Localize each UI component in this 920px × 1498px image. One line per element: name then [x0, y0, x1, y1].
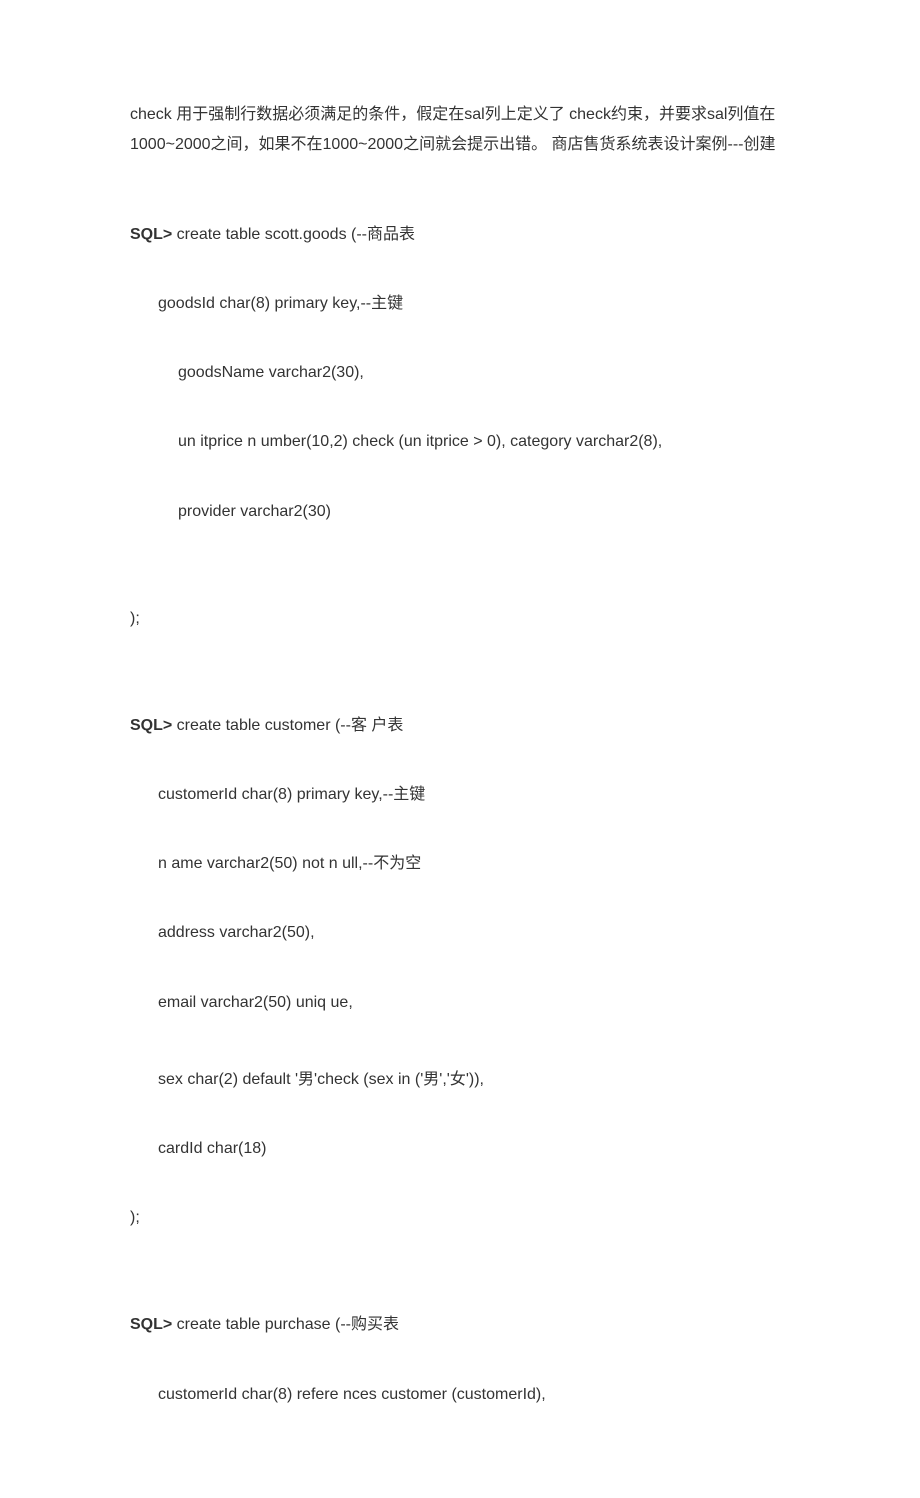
sql2-line8: );: [130, 1204, 790, 1231]
sql2-line4: address varchar2(50),: [158, 919, 790, 946]
sql1-line1: SQL> create table scott.goods (--商品表: [130, 221, 790, 248]
sql-prompt: SQL>: [130, 717, 172, 734]
sql1-line5: provider varchar2(30): [178, 498, 790, 525]
sql3-line1-rest: create table purchase (--购买表: [172, 1316, 399, 1333]
sql3-line2: customerId char(8) refere nces customer …: [158, 1381, 790, 1408]
sql2-line3: n ame varchar2(50) not n ull,--不为空: [158, 850, 790, 877]
sql1-line4: un itprice n umber(10,2) check (un itpri…: [178, 428, 790, 455]
sql1-line2: goodsId char(8) primary key,--主键: [158, 290, 790, 317]
sql2-line7: cardId char(18): [158, 1135, 790, 1162]
sql1-line1-rest: create table scott.goods (--商品表: [172, 226, 415, 243]
sql1-line3: goodsName varchar2(30),: [178, 359, 790, 386]
sql1-line6: );: [130, 605, 790, 632]
sql2-line1-rest: create table customer (--客 户表: [172, 717, 403, 734]
sql2-line5: email varchar2(50) uniq ue,: [158, 989, 790, 1016]
sql2-line2: customerId char(8) primary key,--主键: [158, 781, 790, 808]
sql-prompt: SQL>: [130, 226, 172, 243]
intro-paragraph: check 用于强制行数据必须满足的条件，假定在sal列上定义了 check约束…: [130, 100, 790, 161]
sql-prompt: SQL>: [130, 1316, 172, 1333]
sql3-line1: SQL> create table purchase (--购买表: [130, 1311, 790, 1338]
sql2-line6: sex char(2) default '男'check (sex in ('男…: [158, 1066, 790, 1093]
document-page: check 用于强制行数据必须满足的条件，假定在sal列上定义了 check约束…: [0, 0, 920, 1498]
sql2-line1: SQL> create table customer (--客 户表: [130, 712, 790, 739]
